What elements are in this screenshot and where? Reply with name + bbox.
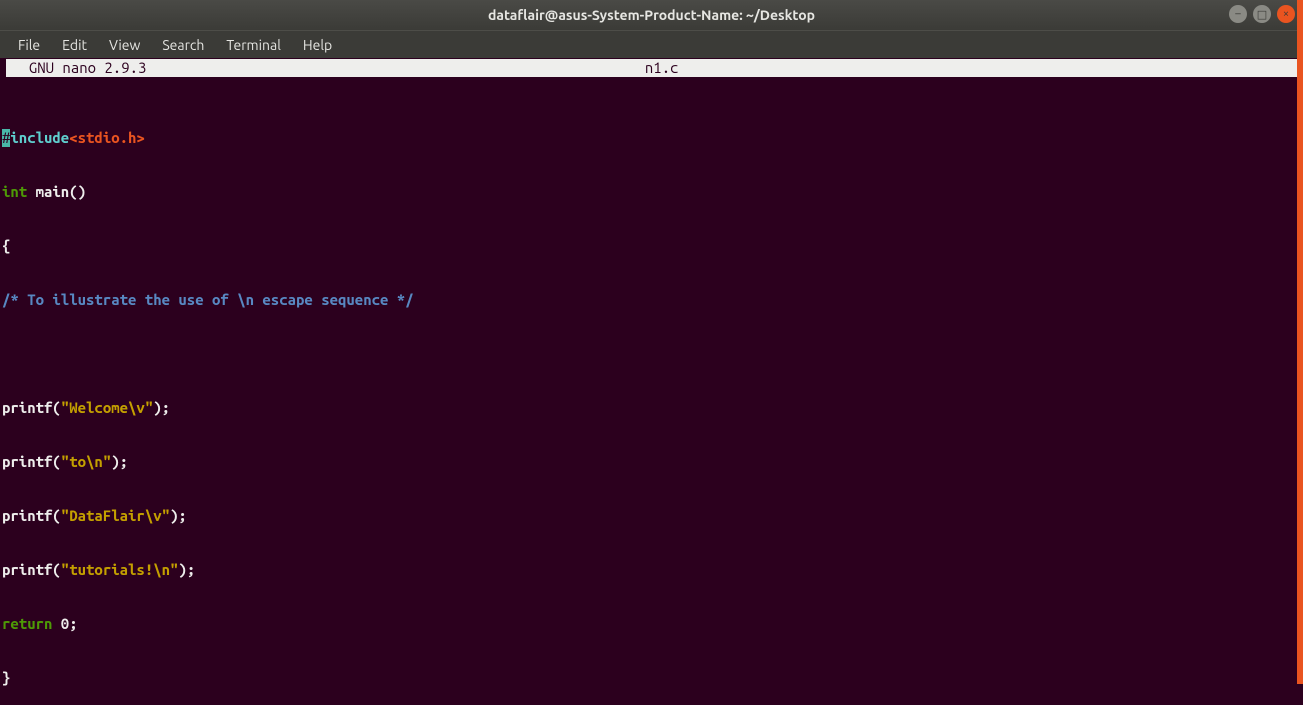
token-text: printf( [2, 399, 61, 416]
nano-header-right [1177, 59, 1297, 77]
code-line-5 [2, 345, 1301, 363]
token-string: "to\n" [61, 453, 111, 470]
token-string: "tutorials!\n" [61, 561, 179, 578]
token-text: printf( [2, 453, 61, 470]
maximize-icon: □ [1257, 8, 1267, 21]
token-keyword: return [2, 615, 52, 632]
token-text: ); [170, 507, 187, 524]
code-line-11: } [2, 669, 1301, 687]
window-titlebar: dataflair@asus-System-Product-Name: ~/De… [0, 0, 1303, 30]
menu-edit[interactable]: Edit [52, 33, 97, 57]
token-string: "DataFlair\v" [61, 507, 170, 524]
window-controls: – □ × [1229, 5, 1295, 23]
token-text: ); [153, 399, 170, 416]
right-window-border [1297, 0, 1303, 684]
token-text: main() [27, 183, 86, 200]
code-line-3: { [2, 237, 1301, 255]
code-line-2: int main() [2, 183, 1301, 201]
code-line-8: printf("DataFlair\v"); [2, 507, 1301, 525]
token-text: ); [178, 561, 195, 578]
minimize-button[interactable]: – [1229, 5, 1247, 23]
code-line-9: printf("tutorials!\n"); [2, 561, 1301, 579]
token-comment: /* To illustrate the use of \n escape se… [2, 291, 414, 308]
menu-view[interactable]: View [99, 33, 150, 57]
code-line-6: printf("Welcome\v"); [2, 399, 1301, 417]
token-text: { [2, 237, 10, 254]
minimize-icon: – [1235, 8, 1240, 20]
token-text: printf( [2, 507, 61, 524]
token-text: } [2, 669, 10, 686]
token-text: printf( [2, 561, 61, 578]
token-text: ); [111, 453, 128, 470]
nano-version: GNU nano 2.9.3 [6, 59, 146, 77]
code-line-1: #include<stdio.h> [2, 129, 1301, 147]
menu-terminal[interactable]: Terminal [216, 33, 291, 57]
token-include-path: <stdio.h> [69, 129, 145, 146]
nano-header: GNU nano 2.9.3 n1.c [6, 59, 1297, 77]
window-title: dataflair@asus-System-Product-Name: ~/De… [488, 7, 815, 23]
menu-help[interactable]: Help [293, 33, 342, 57]
editor-area[interactable]: #include<stdio.h> int main() { /* To ill… [0, 77, 1303, 705]
nano-filename: n1.c [146, 59, 1177, 77]
code-line-7: printf("to\n"); [2, 453, 1301, 471]
menu-file[interactable]: File [8, 33, 50, 57]
close-icon: × [1283, 8, 1289, 20]
token-type: int [2, 183, 27, 200]
maximize-button[interactable]: □ [1253, 5, 1271, 23]
menu-search[interactable]: Search [152, 33, 214, 57]
code-line-4: /* To illustrate the use of \n escape se… [2, 291, 1301, 309]
token-string: "Welcome\v" [61, 399, 153, 416]
menu-bar: File Edit View Search Terminal Help [0, 30, 1303, 58]
close-button[interactable]: × [1277, 5, 1295, 23]
token-preproc: include [10, 129, 69, 146]
token-number: 0; [52, 615, 77, 632]
code-line-10: return 0; [2, 615, 1301, 633]
